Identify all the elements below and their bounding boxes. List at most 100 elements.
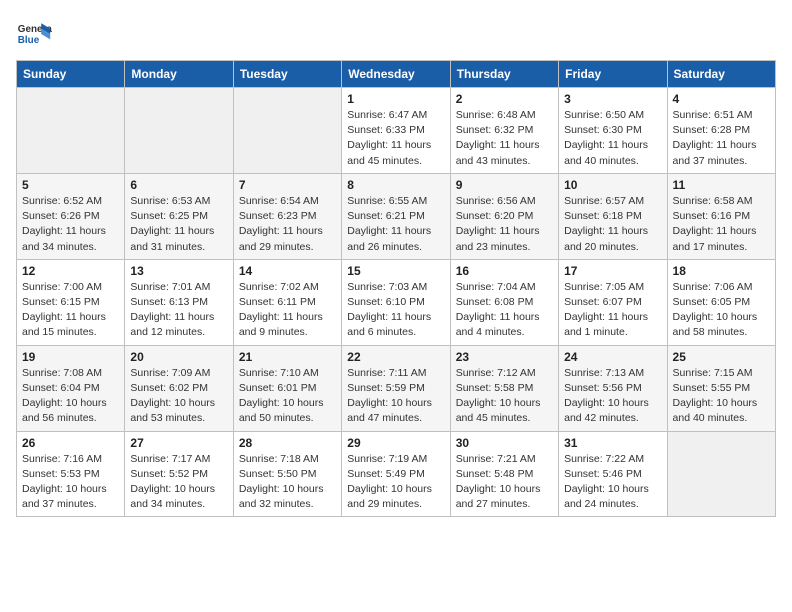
col-header-thursday: Thursday xyxy=(450,61,558,88)
day-number: 1 xyxy=(347,92,444,106)
week-row-5: 26Sunrise: 7:16 AM Sunset: 5:53 PM Dayli… xyxy=(17,431,776,517)
day-info: Sunrise: 7:08 AM Sunset: 6:04 PM Dayligh… xyxy=(22,366,119,427)
day-number: 7 xyxy=(239,178,336,192)
day-number: 12 xyxy=(22,264,119,278)
day-cell: 10 Sunrise: 6:57 AM Sunset: 6:18 PM Dayli… xyxy=(559,173,667,259)
col-header-friday: Friday xyxy=(559,61,667,88)
day-cell: 24 Sunrise: 7:13 AM Sunset: 5:56 PM Dayli… xyxy=(559,345,667,431)
day-number: 9 xyxy=(456,178,553,192)
day-number: 22 xyxy=(347,350,444,364)
day-number: 24 xyxy=(564,350,661,364)
day-info: Sunrise: 6:55 AM Sunset: 6:21 PM Dayligh… xyxy=(347,194,444,255)
day-cell xyxy=(17,88,125,174)
day-cell: 11 Sunrise: 6:58 AM Sunset: 6:16 PM Dayli… xyxy=(667,173,775,259)
day-info: Sunrise: 7:22 AM Sunset: 5:46 PM Dayligh… xyxy=(564,452,661,513)
day-cell: 9 Sunrise: 6:56 AM Sunset: 6:20 PM Daylig… xyxy=(450,173,558,259)
day-cell: 28Sunrise: 7:18 AM Sunset: 5:50 PM Dayli… xyxy=(233,431,341,517)
day-number: 29 xyxy=(347,436,444,450)
day-cell: 17Sunrise: 7:05 AM Sunset: 6:07 PM Dayli… xyxy=(559,259,667,345)
day-number: 20 xyxy=(130,350,227,364)
day-info: Sunrise: 6:54 AM Sunset: 6:23 PM Dayligh… xyxy=(239,194,336,255)
day-info: Sunrise: 7:04 AM Sunset: 6:08 PM Dayligh… xyxy=(456,280,553,341)
day-cell: 27 Sunrise: 7:17 AM Sunset: 5:52 PM Dayli… xyxy=(125,431,233,517)
day-info: Sunrise: 6:47 AM Sunset: 6:33 PM Dayligh… xyxy=(347,108,444,169)
day-cell: 15Sunrise: 7:03 AM Sunset: 6:10 PM Dayli… xyxy=(342,259,450,345)
calendar-table: SundayMondayTuesdayWednesdayThursdayFrid… xyxy=(16,60,776,517)
day-info: Sunrise: 7:13 AM Sunset: 5:56 PM Dayligh… xyxy=(564,366,661,427)
day-info: Sunrise: 7:12 AM Sunset: 5:58 PM Dayligh… xyxy=(456,366,553,427)
day-info: Sunrise: 7:09 AM Sunset: 6:02 PM Dayligh… xyxy=(130,366,227,427)
day-info: Sunrise: 6:58 AM Sunset: 6:16 PM Dayligh… xyxy=(673,194,770,255)
col-header-tuesday: Tuesday xyxy=(233,61,341,88)
day-number: 16 xyxy=(456,264,553,278)
day-number: 5 xyxy=(22,178,119,192)
day-cell xyxy=(667,431,775,517)
day-number: 4 xyxy=(673,92,770,106)
header-row: SundayMondayTuesdayWednesdayThursdayFrid… xyxy=(17,61,776,88)
day-number: 23 xyxy=(456,350,553,364)
day-info: Sunrise: 6:52 AM Sunset: 6:26 PM Dayligh… xyxy=(22,194,119,255)
day-info: Sunrise: 6:48 AM Sunset: 6:32 PM Dayligh… xyxy=(456,108,553,169)
day-cell: 1 Sunrise: 6:47 AM Sunset: 6:33 PM Daylig… xyxy=(342,88,450,174)
day-cell: 14 Sunrise: 7:02 AM Sunset: 6:11 PM Dayli… xyxy=(233,259,341,345)
svg-text:Blue: Blue xyxy=(18,35,40,46)
day-cell: 8 Sunrise: 6:55 AM Sunset: 6:21 PM Daylig… xyxy=(342,173,450,259)
day-number: 10 xyxy=(564,178,661,192)
week-row-1: 1 Sunrise: 6:47 AM Sunset: 6:33 PM Daylig… xyxy=(17,88,776,174)
day-number: 27 xyxy=(130,436,227,450)
col-header-monday: Monday xyxy=(125,61,233,88)
day-number: 6 xyxy=(130,178,227,192)
day-info: Sunrise: 7:00 AM Sunset: 6:15 PM Dayligh… xyxy=(22,280,119,341)
day-cell: 3Sunrise: 6:50 AM Sunset: 6:30 PM Daylig… xyxy=(559,88,667,174)
day-cell: 19 Sunrise: 7:08 AM Sunset: 6:04 PM Dayli… xyxy=(17,345,125,431)
day-number: 14 xyxy=(239,264,336,278)
day-info: Sunrise: 7:05 AM Sunset: 6:07 PM Dayligh… xyxy=(564,280,661,341)
col-header-wednesday: Wednesday xyxy=(342,61,450,88)
day-number: 15 xyxy=(347,264,444,278)
day-cell: 21 Sunrise: 7:10 AM Sunset: 6:01 PM Dayli… xyxy=(233,345,341,431)
day-info: Sunrise: 6:57 AM Sunset: 6:18 PM Dayligh… xyxy=(564,194,661,255)
day-cell: 6 Sunrise: 6:53 AM Sunset: 6:25 PM Daylig… xyxy=(125,173,233,259)
day-cell: 23 Sunrise: 7:12 AM Sunset: 5:58 PM Dayli… xyxy=(450,345,558,431)
day-cell: 12 Sunrise: 7:00 AM Sunset: 6:15 PM Dayli… xyxy=(17,259,125,345)
day-number: 26 xyxy=(22,436,119,450)
day-info: Sunrise: 6:53 AM Sunset: 6:25 PM Dayligh… xyxy=(130,194,227,255)
day-number: 8 xyxy=(347,178,444,192)
day-info: Sunrise: 6:51 AM Sunset: 6:28 PM Dayligh… xyxy=(673,108,770,169)
day-cell: 7 Sunrise: 6:54 AM Sunset: 6:23 PM Daylig… xyxy=(233,173,341,259)
day-info: Sunrise: 7:11 AM Sunset: 5:59 PM Dayligh… xyxy=(347,366,444,427)
day-cell: 2 Sunrise: 6:48 AM Sunset: 6:32 PM Daylig… xyxy=(450,88,558,174)
day-info: Sunrise: 6:50 AM Sunset: 6:30 PM Dayligh… xyxy=(564,108,661,169)
week-row-3: 12 Sunrise: 7:00 AM Sunset: 6:15 PM Dayli… xyxy=(17,259,776,345)
day-info: Sunrise: 6:56 AM Sunset: 6:20 PM Dayligh… xyxy=(456,194,553,255)
day-number: 19 xyxy=(22,350,119,364)
day-number: 25 xyxy=(673,350,770,364)
col-header-sunday: Sunday xyxy=(17,61,125,88)
week-row-2: 5 Sunrise: 6:52 AM Sunset: 6:26 PM Daylig… xyxy=(17,173,776,259)
day-cell xyxy=(125,88,233,174)
day-number: 13 xyxy=(130,264,227,278)
day-cell: 22 Sunrise: 7:11 AM Sunset: 5:59 PM Dayli… xyxy=(342,345,450,431)
day-number: 11 xyxy=(673,178,770,192)
day-cell: 25Sunrise: 7:15 AM Sunset: 5:55 PM Dayli… xyxy=(667,345,775,431)
day-cell: 4 Sunrise: 6:51 AM Sunset: 6:28 PM Daylig… xyxy=(667,88,775,174)
day-cell: 5 Sunrise: 6:52 AM Sunset: 6:26 PM Daylig… xyxy=(17,173,125,259)
day-number: 2 xyxy=(456,92,553,106)
week-row-4: 19 Sunrise: 7:08 AM Sunset: 6:04 PM Dayli… xyxy=(17,345,776,431)
day-cell: 31 Sunrise: 7:22 AM Sunset: 5:46 PM Dayli… xyxy=(559,431,667,517)
day-info: Sunrise: 7:01 AM Sunset: 6:13 PM Dayligh… xyxy=(130,280,227,341)
day-cell: 20 Sunrise: 7:09 AM Sunset: 6:02 PM Dayli… xyxy=(125,345,233,431)
day-number: 28 xyxy=(239,436,336,450)
day-number: 21 xyxy=(239,350,336,364)
col-header-saturday: Saturday xyxy=(667,61,775,88)
logo-icon: General Blue xyxy=(16,16,52,52)
day-cell: 29Sunrise: 7:19 AM Sunset: 5:49 PM Dayli… xyxy=(342,431,450,517)
day-info: Sunrise: 7:02 AM Sunset: 6:11 PM Dayligh… xyxy=(239,280,336,341)
day-number: 31 xyxy=(564,436,661,450)
day-cell: 26Sunrise: 7:16 AM Sunset: 5:53 PM Dayli… xyxy=(17,431,125,517)
logo: General Blue xyxy=(16,16,52,52)
day-number: 18 xyxy=(673,264,770,278)
day-cell: 18Sunrise: 7:06 AM Sunset: 6:05 PM Dayli… xyxy=(667,259,775,345)
day-info: Sunrise: 7:17 AM Sunset: 5:52 PM Dayligh… xyxy=(130,452,227,513)
day-info: Sunrise: 7:10 AM Sunset: 6:01 PM Dayligh… xyxy=(239,366,336,427)
